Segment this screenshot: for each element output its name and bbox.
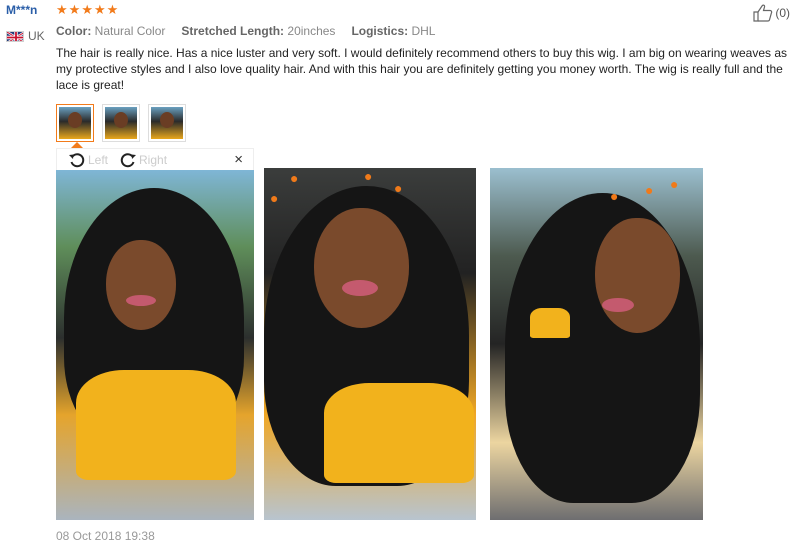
yellow-top: [76, 370, 236, 480]
attribute-color: Color: Natural Color: [56, 24, 165, 38]
thumbnail-strip: [56, 104, 186, 142]
product-attributes: Color: Natural Color Stretched Length: 2…: [56, 24, 435, 38]
rotate-left-button[interactable]: Left: [67, 150, 108, 170]
thumbs-up-icon: [753, 4, 773, 22]
star-icon: ★: [106, 2, 119, 17]
face: [106, 240, 176, 330]
lips: [126, 295, 156, 306]
review-photo-1[interactable]: [56, 170, 254, 520]
flame-emoji-icon: ●: [670, 176, 679, 192]
yellow-top: [530, 308, 570, 338]
image-viewer-toolbar: Left Right ×: [56, 148, 254, 170]
reviewer-name: M***n: [6, 3, 38, 17]
attribute-key: Color:: [56, 24, 92, 38]
rotate-right-label: Right: [139, 152, 168, 167]
rotate-left-label: Left: [88, 152, 109, 167]
flame-emoji-icon: ●: [394, 180, 403, 196]
thumbnail-1[interactable]: [56, 104, 94, 142]
star-rating: ★ ★ ★ ★ ★: [56, 3, 118, 16]
close-viewer-button[interactable]: ×: [234, 152, 243, 167]
review-text: The hair is really nice. Has a nice lust…: [56, 46, 788, 92]
attribute-length: Stretched Length: 20inches: [181, 24, 335, 38]
rotate-right-icon: [120, 152, 137, 167]
face: [314, 208, 409, 328]
star-icon: ★: [68, 2, 81, 17]
flame-emoji-icon: ●: [270, 190, 279, 206]
attribute-key: Stretched Length:: [181, 24, 285, 38]
star-icon: ★: [81, 2, 93, 17]
thumbnail-image: [105, 107, 137, 139]
review-date: 08 Oct 2018 19:38: [56, 529, 155, 543]
star-icon: ★: [93, 2, 106, 17]
attribute-logistics: Logistics: DHL: [351, 24, 435, 38]
thumbnail-image: [151, 107, 183, 139]
flame-emoji-icon: ●: [290, 170, 299, 186]
attribute-value: 20inches: [287, 24, 336, 38]
attribute-value: DHL: [411, 24, 436, 38]
uk-flag-icon: [6, 30, 24, 42]
lips: [602, 298, 634, 312]
rotate-right-button[interactable]: Right: [118, 150, 167, 170]
face: [595, 218, 680, 333]
reviewer-country: UK: [6, 29, 54, 43]
yellow-top: [324, 383, 474, 483]
reviewer-info: M***n UK: [6, 3, 54, 43]
thumbnail-2[interactable]: [102, 104, 140, 142]
thumbnail-image: [59, 107, 91, 139]
star-icon: ★: [56, 2, 68, 17]
country-label: UK: [28, 29, 45, 43]
lips: [342, 280, 378, 296]
attribute-value: Natural Color: [94, 24, 166, 38]
flame-emoji-icon: ●: [610, 188, 619, 204]
helpful-count: (0): [775, 6, 790, 20]
review-photo-3[interactable]: ● ● ●: [490, 168, 703, 520]
rotate-left-icon: [69, 152, 85, 167]
attribute-key: Logistics:: [351, 24, 409, 38]
helpful-button[interactable]: (0): [753, 4, 790, 22]
flame-emoji-icon: ●: [645, 182, 654, 198]
thumbnail-3[interactable]: [148, 104, 186, 142]
review-photo-2[interactable]: ● ● ● ●: [264, 168, 476, 520]
flame-emoji-icon: ●: [364, 168, 373, 184]
